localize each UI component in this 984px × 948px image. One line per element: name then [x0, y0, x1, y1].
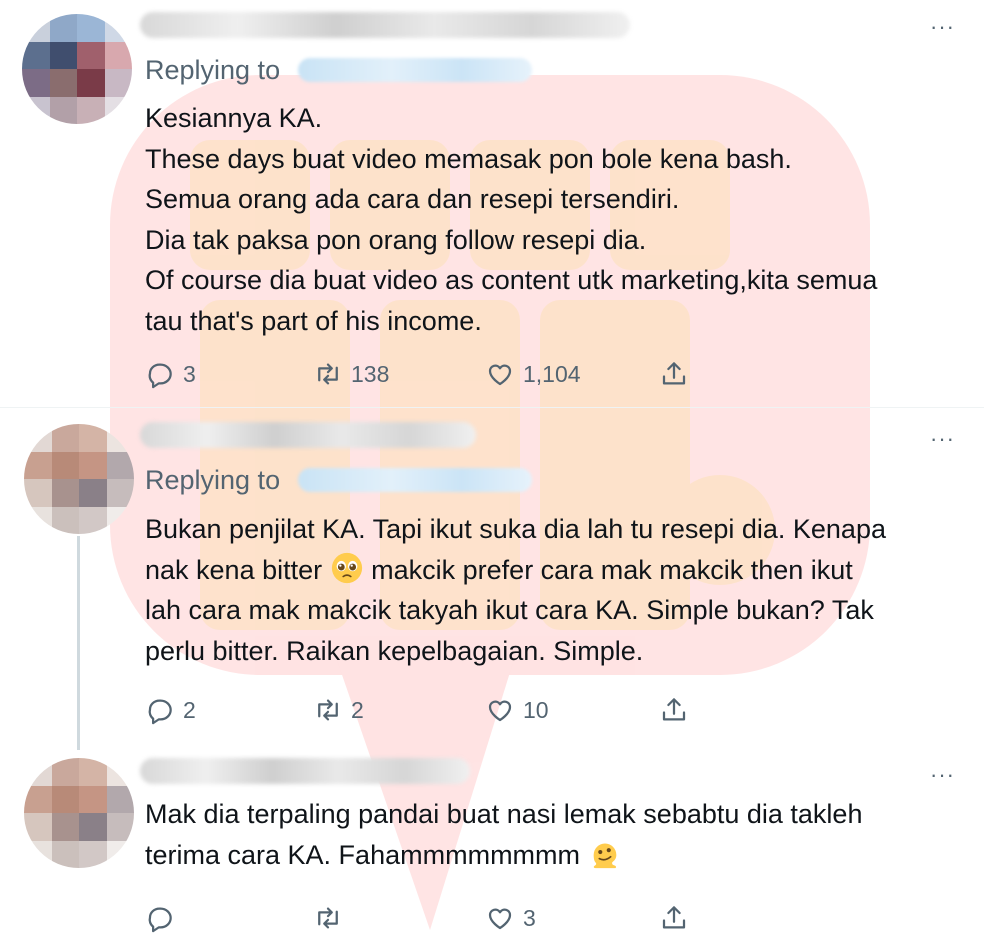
like-count: 10: [523, 696, 549, 723]
more-options-icon[interactable]: ···: [930, 426, 955, 452]
heart-icon: [488, 908, 512, 930]
more-options-icon[interactable]: ···: [930, 762, 955, 788]
tweet-line-part: terima cara KA. Fahammmmmmmm: [145, 839, 581, 870]
replying-to-label: Replying to: [145, 465, 281, 495]
tweet-line: Dia tak paksa pon orang follow resepi di…: [145, 224, 647, 255]
tweet-line: Mak dia terpaling pandai buat nasi lemak…: [145, 799, 863, 829]
tweet-line: tau that's part of his income.: [145, 305, 482, 336]
reply-button[interactable]: 2: [145, 693, 196, 727]
replying-to-handle-redacted[interactable]: [298, 468, 532, 492]
tweet-3[interactable]: ··· Mak dia terpaling pandai buat nasi l…: [0, 748, 984, 948]
author-name-redacted[interactable]: [140, 422, 476, 448]
tweet-line: These days buat video memasak pon bole k…: [145, 143, 792, 174]
tweet-text: Kesiannya KA. These days buat video mema…: [145, 98, 877, 341]
author-name-redacted[interactable]: [140, 12, 630, 38]
reply-count: 3: [183, 360, 196, 387]
tweet-line-part: nak kena bitter: [145, 554, 323, 585]
share-button[interactable]: [659, 693, 689, 727]
share-button[interactable]: [659, 901, 689, 935]
retweet-button[interactable]: 138: [313, 357, 389, 391]
like-count: 3: [523, 904, 536, 931]
tweet-2[interactable]: ··· Replying to Bukan penjilat KA. Tapi …: [0, 408, 984, 748]
retweet-icon: [318, 363, 338, 385]
tweet-1[interactable]: ··· Replying to Kesiannya KA. These days…: [0, 0, 984, 408]
tweet-line: Semua orang ada cara dan resepi tersendi…: [145, 184, 680, 214]
retweet-button[interactable]: 2: [313, 693, 364, 727]
pleading-face-emoji: [331, 552, 362, 583]
replying-to-handle-redacted[interactable]: [298, 58, 532, 82]
thread-connector: [77, 536, 80, 750]
reply-count: 2: [183, 696, 196, 723]
tweet-line: perlu bitter. Raikan kepelbagaian. Simpl…: [145, 635, 644, 666]
replying-to-label: Replying to: [145, 55, 281, 85]
tweet-line: lah cara mak makcik takyah ikut cara KA.…: [145, 595, 874, 625]
author-name-redacted[interactable]: [140, 758, 470, 784]
heart-icon: [488, 700, 512, 722]
action-bar: 3: [145, 901, 705, 935]
like-button[interactable]: 10: [485, 693, 549, 727]
more-options-icon[interactable]: ···: [930, 14, 955, 40]
retweet-count: 138: [351, 360, 390, 387]
share-icon: [662, 362, 686, 385]
tweet-line: Kesiannya KA.: [145, 103, 323, 133]
retweet-button[interactable]: [313, 901, 343, 935]
share-icon: [662, 906, 686, 929]
avatar[interactable]: [22, 14, 132, 124]
tweet-line: Of course dia buat video as content utk …: [145, 265, 878, 295]
reply-button[interactable]: 3: [145, 357, 196, 391]
retweet-count: 2: [351, 696, 364, 723]
tweet-text: Mak dia terpaling pandai buat nasi lemak…: [145, 794, 862, 875]
avatar[interactable]: [24, 424, 134, 534]
like-button[interactable]: 1,104: [485, 357, 581, 391]
reply-icon: [148, 907, 172, 933]
heart-icon: [488, 364, 512, 386]
tweet-text: Bukan penjilat KA. Tapi ikut suka dia la…: [145, 509, 886, 671]
reply-icon: [148, 699, 172, 725]
tweet-line: Bukan penjilat KA. Tapi ikut suka dia la…: [145, 514, 886, 544]
melting-face-emoji: [593, 843, 616, 868]
action-bar: 3 138 1,104: [145, 357, 705, 391]
like-button[interactable]: 3: [485, 901, 536, 935]
share-button[interactable]: [659, 357, 689, 391]
tweet-line-part: makcik prefer cara mak makcik then ikut: [371, 554, 853, 585]
reply-icon: [148, 363, 172, 389]
retweet-icon: [318, 907, 338, 929]
like-count: 1,104: [523, 360, 581, 387]
retweet-icon: [318, 699, 338, 721]
share-icon: [662, 698, 686, 721]
avatar[interactable]: [24, 758, 134, 868]
tweet-line: nak kena bitter makcik prefer cara mak m…: [145, 550, 886, 591]
reply-button[interactable]: [145, 901, 175, 935]
tweet-line: terima cara KA. Fahammmmmmmm: [145, 835, 862, 876]
action-bar: 2 2 10: [145, 693, 705, 727]
